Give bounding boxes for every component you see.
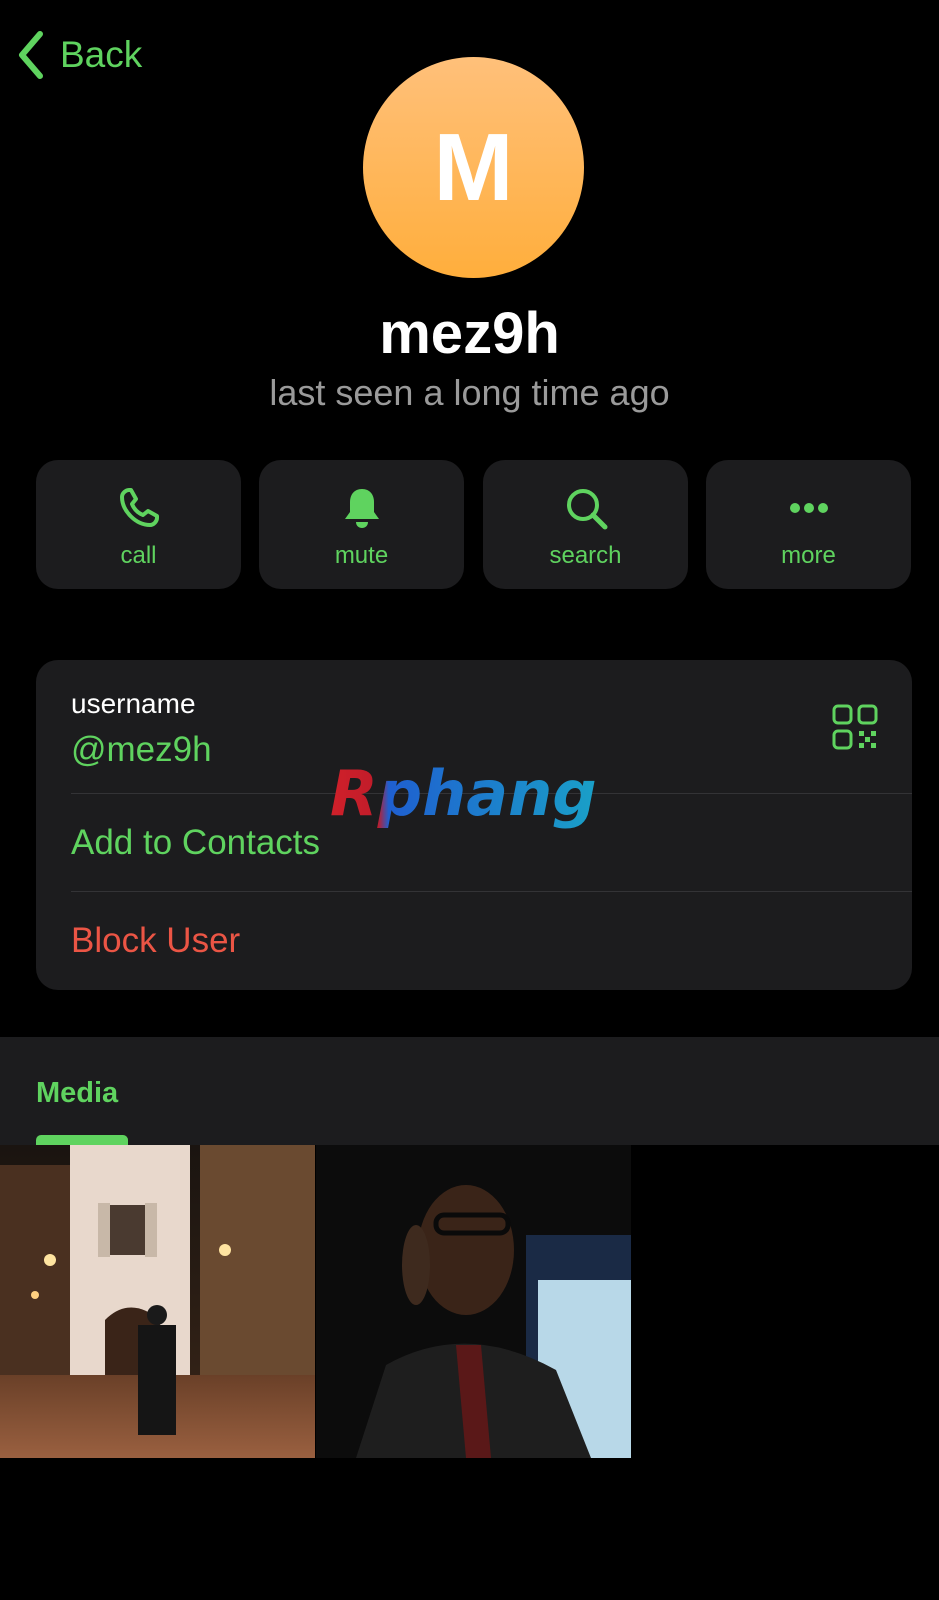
username-label: username — [71, 688, 196, 719]
mute-label: mute — [334, 542, 389, 569]
watermark-text: Rphang — [330, 760, 597, 830]
divider — [71, 891, 912, 892]
portrait-photo — [316, 1145, 631, 1458]
call-label: call — [120, 542, 157, 569]
tab-media[interactable]: Media — [36, 1077, 118, 1110]
watermark-logo: Rphang — [330, 760, 597, 830]
back-button[interactable]: Back — [16, 30, 142, 80]
tab-indicator — [36, 1135, 128, 1145]
mute-button[interactable]: mute — [259, 460, 464, 589]
avatar-initial: M — [433, 113, 514, 221]
night-street-photo — [0, 1145, 315, 1458]
phone-icon — [113, 482, 165, 534]
add-to-contacts-button[interactable]: Add to Contacts — [71, 823, 320, 863]
username-value[interactable]: @mez9h — [71, 730, 212, 770]
chevron-left-icon — [19, 31, 43, 79]
profile-name: mez9h — [379, 301, 560, 366]
qr-code-icon[interactable] — [832, 704, 878, 750]
search-button[interactable]: search — [483, 460, 688, 589]
call-button[interactable]: call — [36, 460, 241, 589]
bell-icon — [336, 482, 388, 534]
back-label: Back — [60, 34, 143, 75]
block-user-button[interactable]: Block User — [71, 921, 240, 961]
media-tab-bar: Media — [0, 1037, 939, 1145]
more-label: more — [781, 542, 836, 569]
more-dots-icon — [783, 482, 835, 534]
avatar[interactable]: M — [363, 57, 584, 278]
action-buttons: call mute search more — [36, 460, 912, 589]
profile-screen: Back M mez9h last seen a long time ago c… — [0, 0, 939, 1600]
more-button[interactable]: more — [706, 460, 911, 589]
media-thumbnail-portrait[interactable] — [316, 1145, 631, 1458]
media-thumbnail-street[interactable] — [0, 1145, 315, 1458]
last-seen-status: last seen a long time ago — [269, 372, 670, 413]
search-icon — [560, 482, 612, 534]
search-label: search — [549, 542, 622, 569]
